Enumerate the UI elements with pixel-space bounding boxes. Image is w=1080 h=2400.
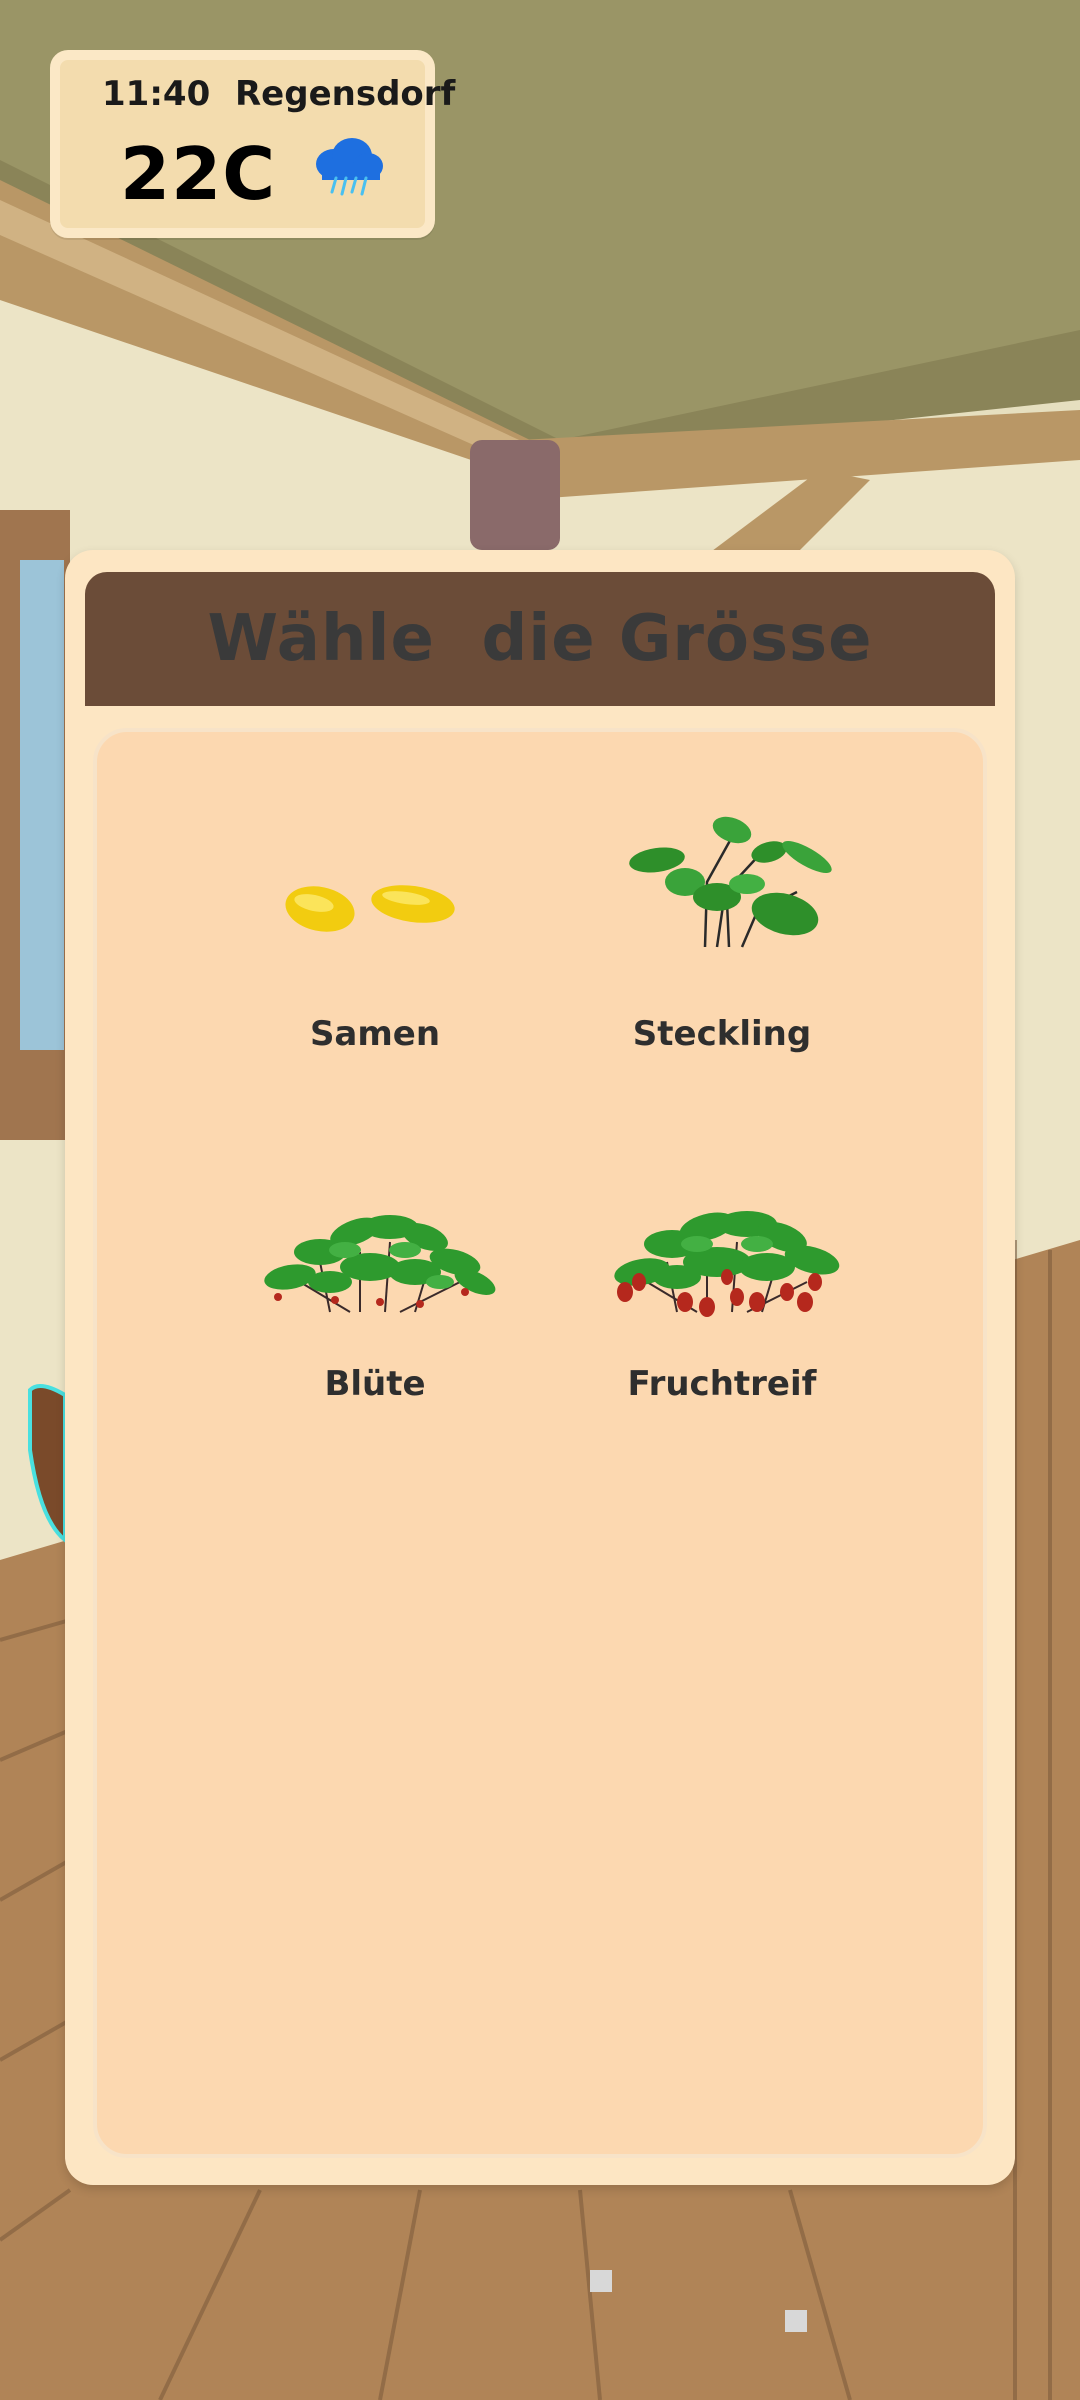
temperature: 22C <box>120 132 277 216</box>
weather-widget: 11:40 Regensdorf 22C <box>50 50 455 238</box>
option-label: Fruchtreif <box>627 1364 817 1404</box>
option-bluete[interactable]: Blüte <box>210 1132 540 1404</box>
option-steckling[interactable]: Steckling <box>557 782 887 1054</box>
dialog-title: Wähle die Grösse <box>207 602 873 676</box>
seeds-icon <box>285 885 455 932</box>
clock-time: 11:40 <box>102 74 211 114</box>
options-panel: Samen Steckling Blüte Fruchtreif <box>93 728 987 2158</box>
option-samen[interactable]: Samen <box>210 782 540 1054</box>
dialog-header: Wähle die Grösse <box>85 572 995 706</box>
rain-cloud-icon <box>316 138 383 196</box>
seedling-icon <box>629 816 832 948</box>
option-label: Samen <box>309 1014 441 1054</box>
size-selection-dialog: Wähle die Grösse Samen Steckling Blüte F… <box>65 550 1015 2185</box>
fruiting-plant-icon <box>614 1211 840 1317</box>
option-label: Blüte <box>324 1364 426 1404</box>
option-label: Steckling <box>632 1014 812 1054</box>
flowering-plant-icon <box>264 1215 496 1313</box>
option-fruchtreif[interactable]: Fruchtreif <box>557 1132 887 1404</box>
location-name: Regensdorf <box>235 74 456 114</box>
